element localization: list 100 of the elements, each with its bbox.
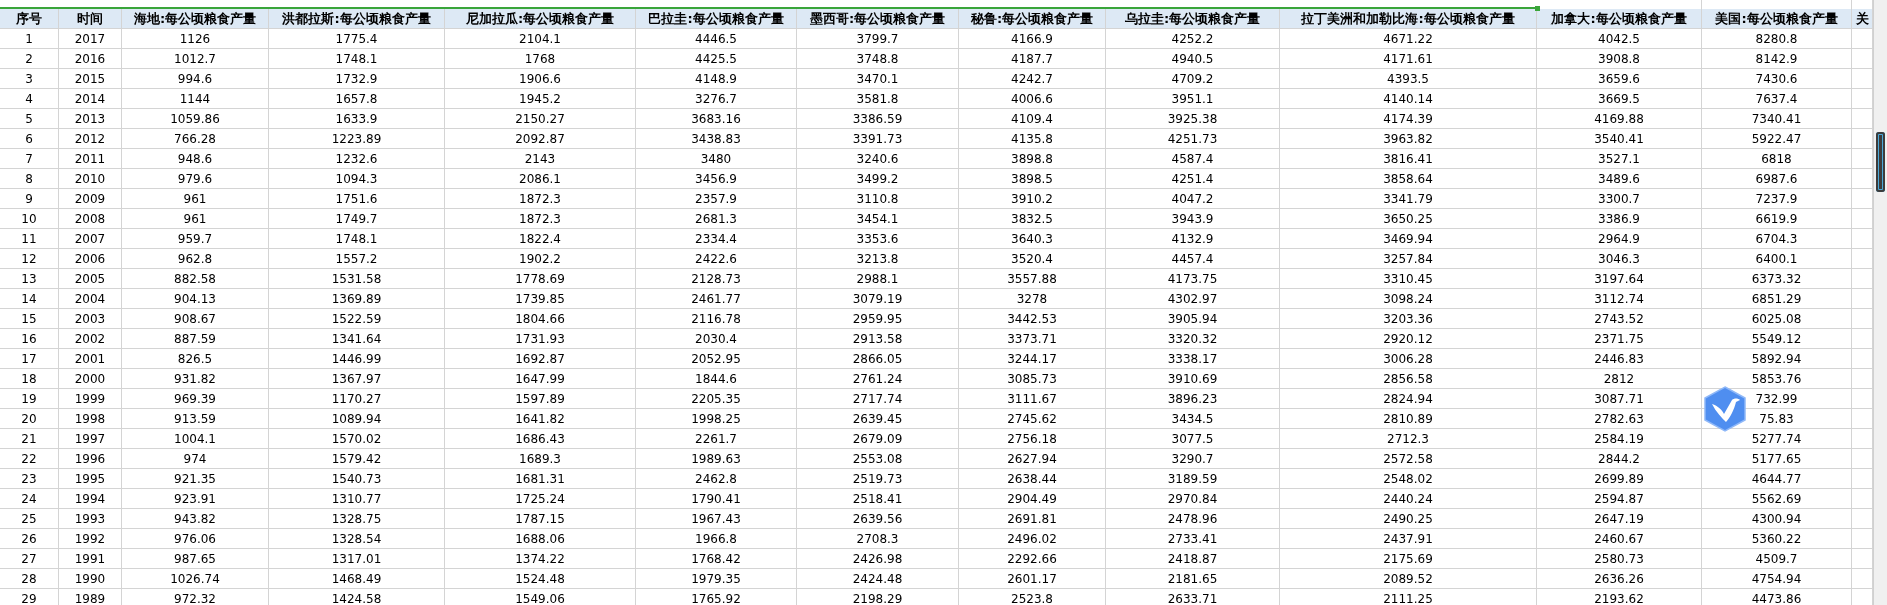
table-cell: 948.6 [122,149,269,169]
table-cell: 1997 [59,429,122,449]
table-cell: 3896.23 [1106,389,1280,409]
table-cell: 2010 [59,169,122,189]
table-cell: 4 [0,89,59,109]
table-cell: 3748.8 [797,49,959,69]
table-cell: 4140.14 [1280,89,1537,109]
table-cell: 2812 [1537,369,1702,389]
table-cell: 2116.78 [636,309,797,329]
table-cell: 2357.9 [636,189,797,209]
table-cell: 908.67 [122,309,269,329]
table-cell: 2636.26 [1537,569,1702,589]
table-cell: 4671.22 [1280,29,1537,49]
table-cell: 2601.17 [959,569,1106,589]
table-cell: 1945.2 [445,89,636,109]
table-cell: 3898.8 [959,149,1106,169]
table-cell: 16 [0,329,59,349]
table-cell: 1765.92 [636,589,797,605]
table-cell: 3898.5 [959,169,1106,189]
table-cell: 2292.66 [959,549,1106,569]
table-cell: 3290.7 [1106,449,1280,469]
table-cell: 3320.32 [1106,329,1280,349]
table-cell: 4587.4 [1106,149,1280,169]
table-cell: 3077.5 [1106,429,1280,449]
table-cell: 2092.87 [445,129,636,149]
table-cell: 3338.17 [1106,349,1280,369]
table-cell: 2639.56 [797,509,959,529]
table-cell: 3527.1 [1537,149,1702,169]
table-cell: 3353.6 [797,229,959,249]
table-cell: 1328.75 [269,509,445,529]
table-cell: 2810.89 [1280,409,1537,429]
table-cell: 2756.18 [959,429,1106,449]
table-cell: 26 [0,529,59,549]
table-cell: 2111.25 [1280,589,1537,605]
table-cell: 1126 [122,29,269,49]
table-cell: 1768.42 [636,549,797,569]
table-cell: 3925.38 [1106,109,1280,129]
table-cell: 2761.24 [797,369,959,389]
table-cell: 2523.8 [959,589,1106,605]
table-cell: 3480 [636,149,797,169]
table-cell: 1688.06 [445,529,636,549]
table-cell: 1633.9 [269,109,445,129]
table-cell: 7340.41 [1702,109,1852,129]
table-cell: 3111.67 [959,389,1106,409]
table-cell: 3240.6 [797,149,959,169]
table-cell: 5892.94 [1702,349,1852,369]
column-header: 洪都拉斯:每公顷粮食产量 [269,9,445,29]
table-cell: 8280.8 [1702,29,1852,49]
table-cell: 2584.19 [1537,429,1702,449]
table-cell: 2334.4 [636,229,797,249]
table-cell: 6400.1 [1702,249,1852,269]
table-cell: 4709.2 [1106,69,1280,89]
table-cell: 4173.75 [1106,269,1280,289]
table-cell: 7 [0,149,59,169]
table-cell: 1992 [59,529,122,549]
table-cell: 987.65 [122,549,269,569]
table-cell: 1004.1 [122,429,269,449]
table-cell: 2426.98 [797,549,959,569]
table-cell: 1089.94 [269,409,445,429]
table-cell: 1 [0,29,59,49]
table-cell: 2002 [59,329,122,349]
table-cell: 23 [0,469,59,489]
table-cell: 1641.82 [445,409,636,429]
table-cell: 3799.7 [797,29,959,49]
table-cell: 5922.47 [1702,129,1852,149]
table-cell: 2460.67 [1537,529,1702,549]
table-cell: 1570.02 [269,429,445,449]
table-cell: 2856.58 [1280,369,1537,389]
table-cell: 1579.42 [269,449,445,469]
table-cell: 962.8 [122,249,269,269]
table-cell: 3910.69 [1106,369,1280,389]
table-cell: 2519.73 [797,469,959,489]
table-cell: 2005 [59,269,122,289]
table-cell: 4006.6 [959,89,1106,109]
table-cell: 27 [0,549,59,569]
table-cell: 1686.43 [445,429,636,449]
table-cell: 3300.7 [1537,189,1702,209]
table-cell: 4109.4 [959,109,1106,129]
table-cell: 913.59 [122,409,269,429]
table-cell: 1787.15 [445,509,636,529]
table-cell: 1540.73 [269,469,445,489]
table-cell: 3 [0,69,59,89]
table-cell: 2150.27 [445,109,636,129]
table-cell: 4171.61 [1280,49,1537,69]
table-cell: 3963.82 [1280,129,1537,149]
table-cell: 1341.64 [269,329,445,349]
table-cell: 17 [0,349,59,369]
table-cell: 921.35 [122,469,269,489]
table-cell: 1804.66 [445,309,636,329]
table-cell: 2699.89 [1537,469,1702,489]
table-cell: 3085.73 [959,369,1106,389]
table-cell: 2143 [445,149,636,169]
table-cell: 2572.58 [1280,449,1537,469]
table-cell: 1995 [59,469,122,489]
table-cell: 6987.6 [1702,169,1852,189]
table-cell: 4135.8 [959,129,1106,149]
table-cell: 2959.95 [797,309,959,329]
table-cell: 1144 [122,89,269,109]
table-cell: 3650.25 [1280,209,1537,229]
table-cell: 2008 [59,209,122,229]
